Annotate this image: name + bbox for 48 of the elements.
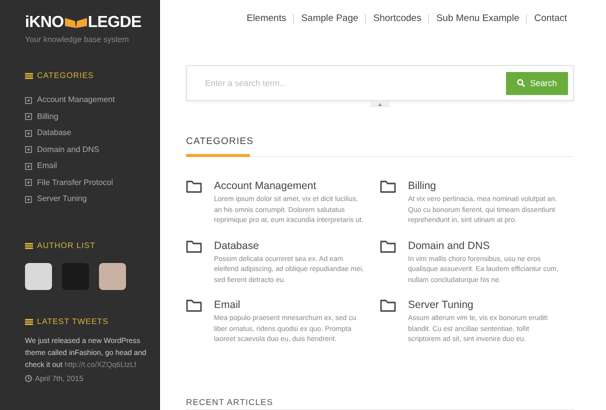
category-link[interactable]: Domain and DNS (37, 144, 100, 156)
caret-up-icon (378, 102, 382, 106)
author-photo-placeholder[interactable] (25, 262, 52, 290)
folder-icon (380, 299, 396, 312)
folder-icon (186, 240, 202, 253)
clock-icon (25, 374, 32, 382)
plus-square-icon (25, 96, 32, 104)
list-icon (25, 242, 33, 248)
category-link[interactable]: Server Tuning (37, 193, 87, 206)
folder-icon (380, 240, 396, 253)
logo-text: LEGDE (88, 15, 142, 31)
book-logo-icon (64, 17, 88, 29)
plus-square-icon (25, 162, 32, 170)
section-heading: CATEGORIES (186, 135, 250, 158)
plus-square-icon (25, 130, 32, 137)
section-title: AUTHOR LIST (37, 240, 96, 252)
category-link[interactable]: Account Management (37, 94, 115, 106)
folder-icon (380, 180, 396, 194)
category-title[interactable]: Database (214, 240, 366, 252)
plus-square-icon (25, 196, 32, 203)
nav-link[interactable]: Shortcodes (366, 12, 428, 26)
category-title[interactable]: Billing (408, 180, 560, 192)
list-icon (25, 318, 33, 324)
section-title: CATEGORIES (37, 70, 94, 82)
section-heading: RECENT ARTICLES (186, 396, 274, 406)
nav-link[interactable]: Sub Menu Example (429, 12, 526, 26)
plus-square-icon (25, 113, 32, 120)
category-link[interactable]: Billing (37, 110, 58, 123)
search-icon (517, 79, 526, 87)
section-title: LATEST TWEETS (37, 316, 108, 328)
tagline: Your knowledge base system (25, 34, 130, 46)
category-title[interactable]: Email (214, 299, 366, 312)
plus-square-icon (25, 179, 32, 186)
list-icon (25, 73, 33, 79)
author-photo-placeholder[interactable] (99, 262, 126, 290)
nav-link[interactable]: Contact (527, 12, 574, 26)
category-link[interactable]: Email (37, 160, 58, 172)
logo-text: iKNO (25, 15, 64, 31)
category-link[interactable]: File Transfer Protocol (37, 176, 114, 189)
nav-link[interactable]: Sample Page (294, 12, 366, 26)
folder-icon (186, 180, 202, 194)
category-title[interactable]: Server Tuning (408, 299, 560, 312)
category-link[interactable]: Database (37, 127, 72, 140)
nav-link[interactable]: Elements (240, 12, 294, 26)
category-title[interactable]: Domain and DNS (408, 240, 560, 252)
plus-square-icon (25, 146, 32, 154)
folder-icon (186, 299, 202, 312)
category-title[interactable]: Account Management (214, 180, 366, 192)
